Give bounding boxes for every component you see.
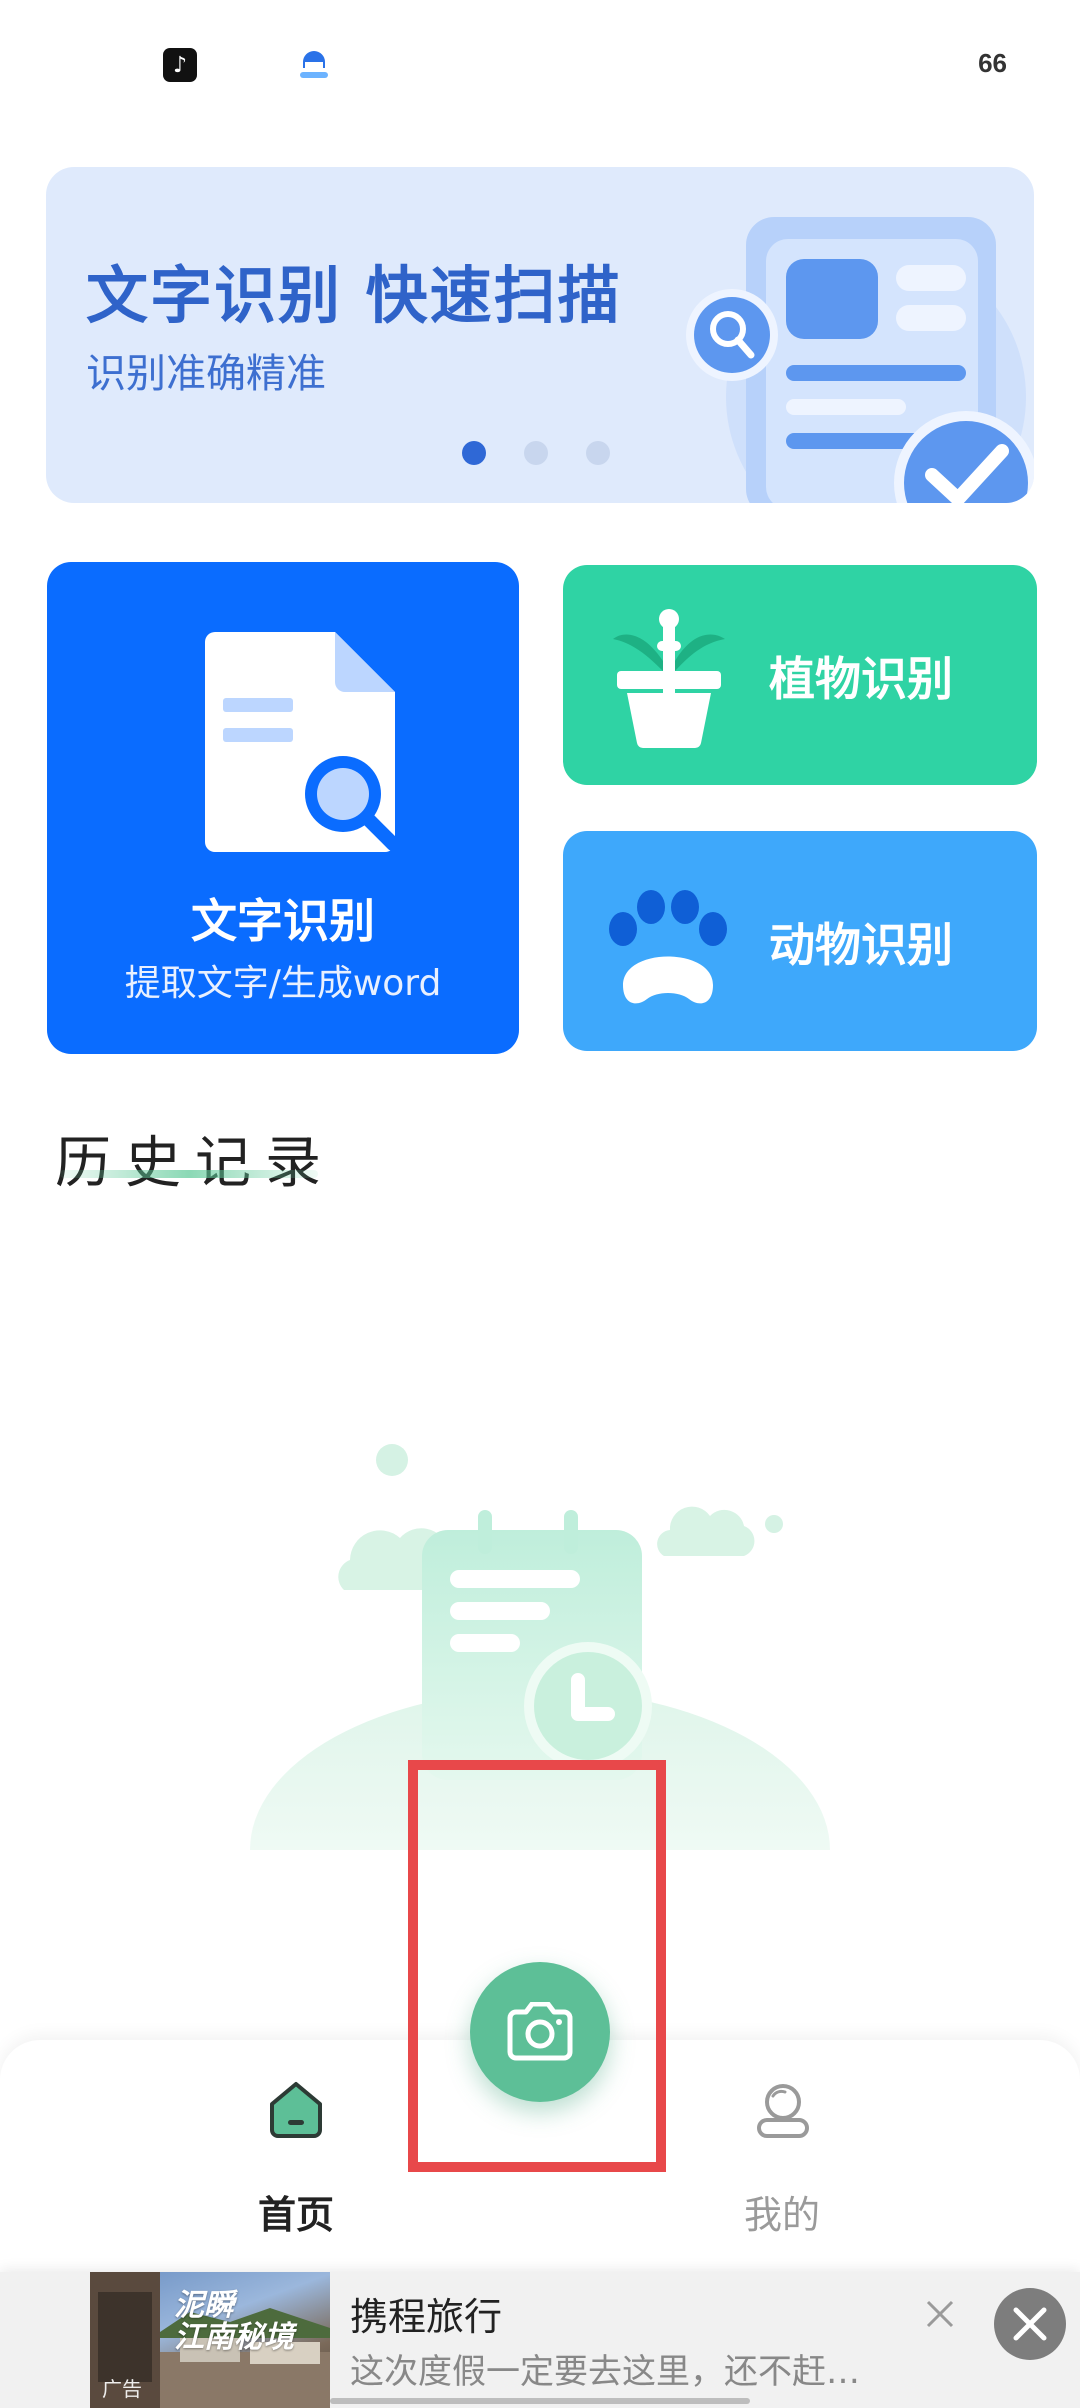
nav-mine-label: 我的 [743, 2193, 820, 2237]
animal-recognition-card[interactable]: 动物识别 [563, 831, 1037, 1051]
ad-description: 这次度假一定要去这里，还不赶… [350, 2352, 860, 2392]
ad-close-button[interactable] [994, 2288, 1066, 2360]
paw-print-icon [609, 890, 727, 1004]
banner-subtitle: 识别准确精准 [86, 351, 326, 397]
app-screen: ♪ 66 文字识别 快速扫描 识别准确精准 文字识别 提取文字/生成word 植… [0, 0, 1080, 2408]
ad-thumb-line2: 江南秘境 [174, 2320, 294, 2355]
banner-dot-2[interactable] [524, 441, 548, 465]
animal-recognition-title: 动物识别 [769, 918, 953, 972]
highlight-annotation [408, 1760, 666, 2172]
nav-tab-mine[interactable]: 我的 [722, 2080, 842, 2237]
home-icon [270, 2082, 322, 2138]
status-bar: ♪ 66 [0, 0, 1080, 130]
ad-title: 携程旅行 [350, 2295, 503, 2339]
plant-pot-icon [613, 609, 725, 749]
ad-thumbnail[interactable]: 泥瞬 江南秘境 广告 [90, 2272, 330, 2408]
ad-dismiss-icon[interactable] [920, 2294, 960, 2334]
ad-thumbnail-text: 泥瞬 江南秘境 [174, 2290, 294, 2354]
nav-tab-home[interactable]: 首页 [236, 2080, 356, 2237]
system-home-indicator[interactable] [330, 2398, 750, 2404]
banner-title: 文字识别 快速扫描 [86, 259, 622, 332]
document-scan-illustration [686, 217, 1034, 503]
history-title-underline [60, 1170, 318, 1178]
plant-recognition-card[interactable]: 植物识别 [563, 565, 1037, 785]
banner-pagination [462, 441, 610, 465]
app-shield-icon [300, 51, 328, 78]
ad-thumb-line1: 泥瞬 [174, 2288, 234, 2323]
tiktok-icon: ♪ [163, 48, 197, 82]
history-title: 历史记录 [55, 1131, 335, 1196]
plant-recognition-title: 植物识别 [769, 652, 953, 706]
ad-banner[interactable]: 泥瞬 江南秘境 广告 携程旅行 这次度假一定要去这里，还不赶… [0, 2272, 1080, 2408]
user-profile-icon [757, 2084, 809, 2138]
document-search-icon [205, 632, 400, 852]
nav-home-label: 首页 [257, 2193, 334, 2237]
text-recognition-card[interactable]: 文字识别 提取文字/生成word [47, 562, 519, 1054]
ad-label: 广告 [102, 2377, 142, 2401]
close-icon [1013, 2307, 1047, 2341]
battery-level: 66 [978, 48, 1007, 78]
promo-banner[interactable]: 文字识别 快速扫描 识别准确精准 [46, 167, 1034, 503]
text-recognition-subtitle: 提取文字/生成word [124, 963, 442, 1004]
text-recognition-title: 文字识别 [191, 894, 375, 948]
banner-dot-1[interactable] [462, 441, 486, 465]
